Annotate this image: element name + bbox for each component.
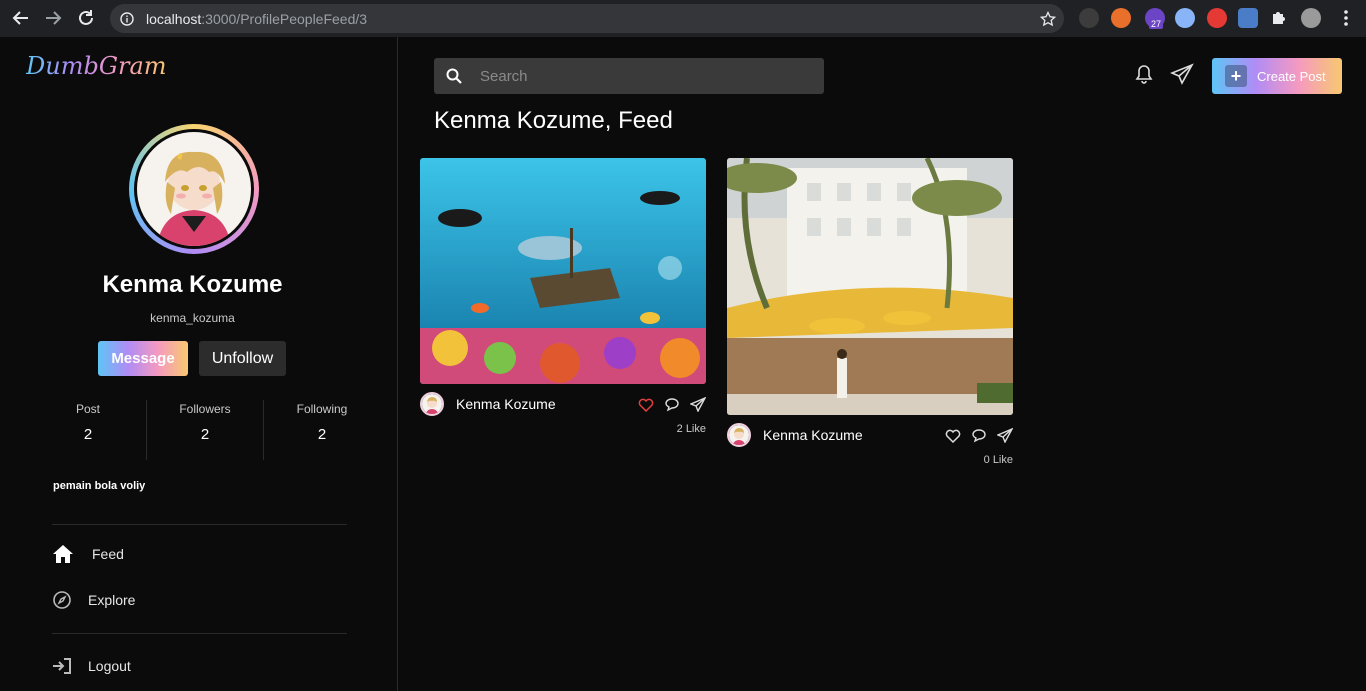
dumbgram-logo[interactable]: DumbGram [26,52,167,80]
send-message-icon[interactable] [1169,63,1194,87]
post-user-avatar[interactable] [420,392,444,416]
stop-hand-extension-icon[interactable] [1207,8,1227,28]
create-post-button[interactable]: + Create Post [1212,58,1342,94]
comment-icon[interactable] [971,428,987,443]
post-card: Kenma Kozume 0 Like [727,158,1013,466]
profile-username: kenma_kozuma [150,311,235,325]
divider [52,524,347,525]
address-bar[interactable]: localhost:3000/ProfilePeopleFeed/3 [110,4,1064,33]
puzzle-extensions-icon[interactable] [1270,8,1290,28]
profile-name: Kenma Kozume [102,271,283,298]
heart-liked-icon[interactable] [638,397,654,412]
stat-following[interactable]: Following 2 [263,400,380,460]
like-count: 2 Like [676,423,706,435]
purple-extension-icon[interactable]: 27 [1145,8,1165,29]
stat-label: Post [75,402,100,416]
feed-title: Kenma Kozume, Feed [434,107,673,134]
post-card: Kenma Kozume 2 Like [420,158,706,435]
sidebar: DumbGram Kenma Kozume kenma_kozuma Messa… [0,37,398,691]
stat-value: 2 [200,426,210,443]
logout-icon [53,658,71,674]
profile-bio: pemain bola voliy [53,480,146,492]
menu-item-explore[interactable]: Explore [52,590,135,610]
screen-extension-icon[interactable] [1238,8,1258,28]
compass-icon [53,591,71,609]
back-arrow-icon[interactable] [10,7,32,29]
circle-extension-icon[interactable] [1175,8,1195,28]
info-icon[interactable] [120,11,134,26]
divider [52,633,347,634]
menu-label: Logout [88,658,131,674]
kebab-menu-icon[interactable] [1336,8,1356,28]
plus-icon: + [1225,65,1247,87]
bell-icon[interactable] [1133,63,1157,87]
reload-icon[interactable] [75,7,97,29]
search-bar[interactable] [434,58,824,94]
search-icon [446,68,462,84]
stat-post: Post 2 [30,400,146,460]
stat-value: 2 [317,426,327,443]
menu-item-feed[interactable]: Feed [52,544,124,564]
share-icon[interactable] [690,396,706,412]
message-button[interactable]: Message [98,341,188,376]
bookmark-star-icon[interactable] [1040,10,1056,27]
like-count: 0 Like [983,454,1013,466]
stat-followers[interactable]: Followers 2 [146,400,263,460]
profile-avatar [129,124,259,254]
post-user-avatar[interactable] [727,423,751,447]
post-image[interactable] [727,158,1013,415]
url-path: :3000/ProfilePeopleFeed/3 [201,10,368,27]
menu-item-logout[interactable]: Logout [52,657,131,675]
stat-label: Following [296,402,348,416]
create-post-label: Create Post [1257,68,1326,84]
orange-extension-icon[interactable] [1111,8,1131,28]
share-icon[interactable] [997,427,1013,443]
browser-toolbar: localhost:3000/ProfilePeopleFeed/3 27 [0,0,1366,37]
main-content: + Create Post Kenma Kozume, Feed [399,37,1366,691]
stat-label: Followers [179,402,231,416]
extension-badge: 27 [1149,19,1164,29]
forward-arrow-icon[interactable] [42,7,64,29]
unfollow-button[interactable]: Unfollow [199,341,286,376]
heart-icon[interactable] [945,428,961,443]
home-icon [53,545,73,563]
post-username[interactable]: Kenma Kozume [456,396,638,412]
profile-stats: Post 2 Followers 2 Following 2 [30,400,380,460]
post-image[interactable] [420,158,706,384]
stat-value: 2 [83,426,93,443]
url-host: localhost [146,10,202,27]
menu-label: Explore [88,592,136,608]
profile-avatar-icon[interactable] [1301,8,1321,28]
comment-icon[interactable] [664,397,680,412]
post-username[interactable]: Kenma Kozume [763,427,945,443]
menu-label: Feed [92,546,124,562]
search-input[interactable] [480,67,780,85]
lightbulb-extension-icon[interactable] [1079,8,1099,28]
